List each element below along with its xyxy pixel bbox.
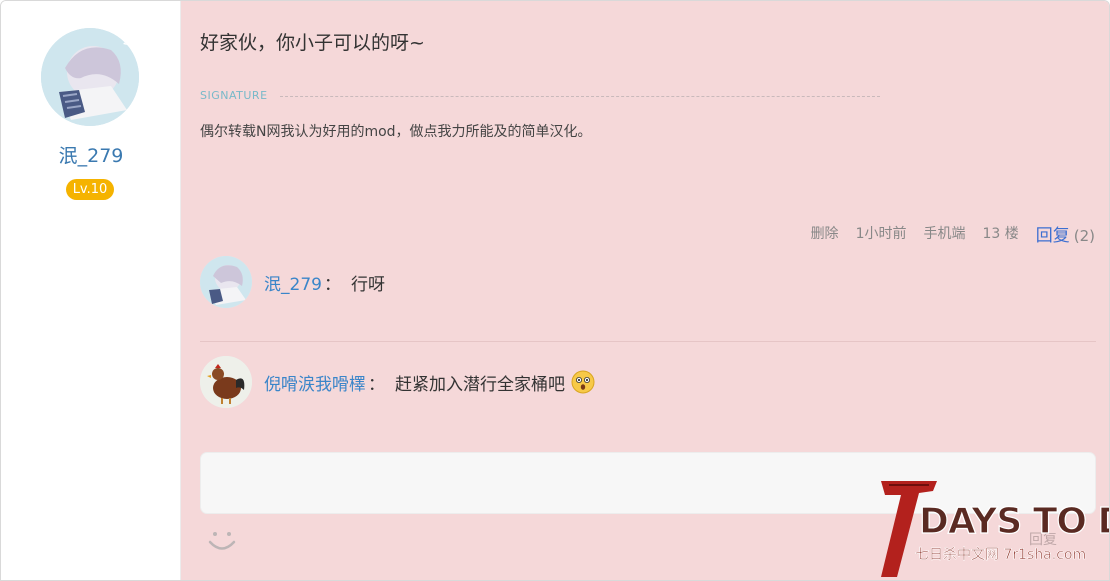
anime-avatar[interactable]: [200, 256, 252, 308]
comment-username[interactable]: 倪嗗涙我嗗檡: [264, 370, 366, 395]
comment-separator: ：: [323, 274, 341, 295]
comment-item: 倪嗗涙我嗗檡 ： 赶紧加入潜行全家桶吧: [200, 354, 1096, 410]
watermark-title: DAYS TO DIE: [919, 501, 1109, 542]
watermark-subtitle: 七日杀中文网 7r1sha.com: [915, 547, 1086, 563]
reply-toggle[interactable]: 回复 (2): [1036, 221, 1095, 246]
post-time: 1小时前: [855, 226, 907, 242]
reply-count: (2): [1073, 226, 1095, 245]
comment-username[interactable]: 泯_279: [264, 270, 322, 295]
author-panel: 泯_279 Lv.10: [1, 1, 181, 580]
smile-icon[interactable]: [206, 525, 238, 555]
site-watermark-logo: DAYS TO DIE 七日杀中文网 7r1sha.com: [879, 477, 1109, 580]
floor-number: 13 楼: [982, 226, 1019, 242]
comment-separator: ：: [368, 374, 385, 395]
level-badge: Lv.10: [66, 179, 114, 200]
signature-text: 偶尔转载N网我认为好用的mod，做点我力所能及的简单汉化。: [200, 124, 592, 140]
comment-text: 赶紧加入潜行全家桶吧: [395, 374, 565, 395]
signature-divider: SIGNATURE: [200, 89, 880, 105]
surprised-emoji-icon: [571, 370, 595, 394]
post-text: 好家伙，你小子可以的呀~: [200, 32, 425, 54]
comment-item: 泯_279 ： 行呀: [200, 254, 1096, 310]
chicken-avatar[interactable]: [200, 356, 252, 408]
author-name[interactable]: 泯_279: [1, 141, 181, 168]
delete-button[interactable]: 删除: [811, 223, 839, 243]
signature-label: SIGNATURE: [200, 89, 268, 102]
reply-link[interactable]: 回复: [1036, 226, 1070, 246]
post-device: 手机端: [923, 226, 966, 242]
comment-divider: [200, 341, 1096, 342]
post-floor: 泯_279 Lv.10 好家伙，你小子可以的呀~ SIGNATURE 偶尔转载N…: [0, 0, 1110, 581]
author-avatar[interactable]: [41, 28, 139, 126]
signature-dashed-line: [280, 96, 880, 97]
post-meta-bar: 删除 1小时前 手机端 13 楼 回复 (2): [811, 221, 1095, 246]
comment-text: 行呀: [350, 274, 385, 295]
